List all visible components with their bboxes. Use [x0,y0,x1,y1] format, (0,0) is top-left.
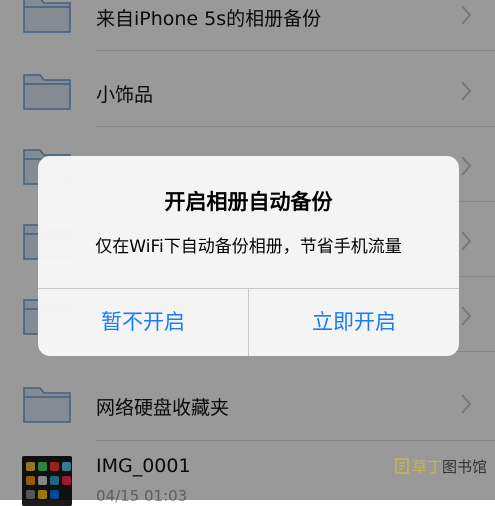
watermark-text-b: 图书馆 [441,457,487,476]
not-now-button[interactable]: 暂不开启 [38,289,248,356]
watermark: 草丁 图书馆 [394,454,487,478]
alert-message: 仅在WiFi下自动备份相册，节省手机流量 [95,237,402,257]
watermark-logo-icon [395,458,409,474]
watermark-text-a: 草丁 [411,457,442,476]
enable-now-button[interactable]: 立即开启 [249,289,459,356]
auto-backup-alert: 开启相册自动备份 仅在WiFi下自动备份相册，节省手机流量 暂不开启 立即开启 [38,156,459,356]
alert-title: 开启相册自动备份 [164,190,333,214]
